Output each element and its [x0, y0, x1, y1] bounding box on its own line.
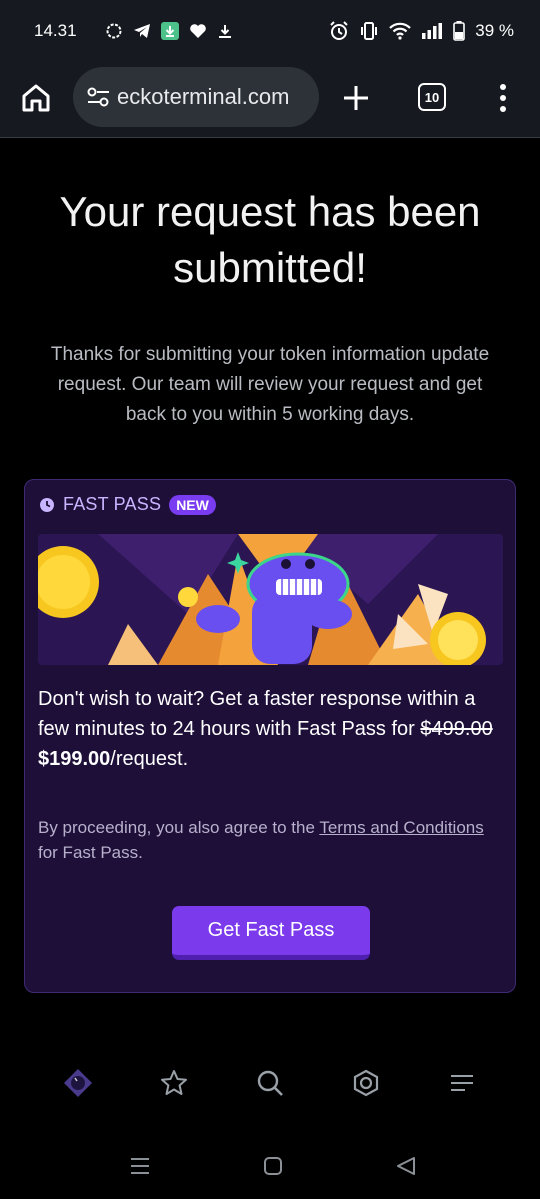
coin-icon	[353, 1069, 379, 1097]
old-price: $499.00	[420, 718, 493, 740]
mascot-illustration	[38, 534, 503, 665]
new-price: $199.00	[38, 748, 111, 770]
nav-search[interactable]	[255, 1068, 285, 1098]
vibrate-icon	[359, 22, 379, 40]
new-tab-icon	[344, 86, 368, 110]
new-badge: NEW	[169, 494, 216, 515]
back-icon	[397, 1157, 415, 1175]
browser-toolbar: eckoterminal.com 10	[0, 62, 540, 138]
status-time: 14.31	[34, 21, 77, 40]
nav-home[interactable]	[63, 1068, 93, 1098]
new-tab-button[interactable]	[342, 84, 370, 112]
clock-icon	[40, 497, 54, 512]
browser-home-button[interactable]	[20, 82, 52, 114]
fast-pass-description: Don't wish to wait? Get a faster respons…	[38, 684, 508, 774]
signal-app-icon	[105, 22, 123, 40]
fast-pass-label: FAST PASS	[63, 494, 162, 514]
url-text[interactable]: eckoterminal.com	[117, 84, 289, 110]
tabs-icon: 10	[424, 89, 440, 105]
cell-signal-icon	[421, 22, 443, 40]
nav-coins[interactable]	[351, 1068, 381, 1098]
logo-icon	[64, 1069, 92, 1097]
terms-link[interactable]: Terms and Conditions	[319, 818, 483, 837]
more-icon	[500, 84, 506, 112]
terms-notice: By proceeding, you also agree to the Ter…	[38, 815, 498, 865]
telegram-icon	[133, 23, 151, 39]
recents-icon	[131, 1158, 149, 1174]
nav-watchlist[interactable]	[159, 1068, 189, 1098]
site-settings-icon[interactable]	[85, 85, 113, 109]
battery-percent: 39 %	[475, 21, 514, 40]
home-icon	[22, 84, 50, 112]
terms-prefix: By proceeding, you also agree to the	[38, 818, 315, 837]
fast-pass-header: FAST PASS NEW	[39, 494, 216, 515]
recents-button[interactable]	[128, 1154, 152, 1178]
fast-pass-body: Don't wish to wait? Get a faster respons…	[38, 688, 476, 740]
page-description: Thanks for submitting your token informa…	[50, 344, 490, 425]
browser-menu-button[interactable]	[497, 82, 509, 114]
download-app-icon	[160, 22, 179, 40]
star-icon	[161, 1070, 187, 1095]
android-nav-bar	[0, 1140, 540, 1199]
status-bar: 14.31 39 %	[0, 0, 540, 62]
get-fast-pass-button[interactable]: Get Fast Pass	[172, 906, 370, 960]
back-button[interactable]	[394, 1154, 418, 1178]
address-bar[interactable]: eckoterminal.com	[73, 67, 319, 127]
status-left: 14.31	[34, 21, 233, 41]
heart-icon	[189, 23, 207, 39]
terms-suffix: for Fast Pass.	[38, 843, 143, 862]
menu-icon	[451, 1075, 473, 1091]
tabs-button[interactable]: 10	[418, 83, 446, 111]
nav-menu[interactable]	[447, 1068, 477, 1098]
fast-pass-banner	[38, 534, 503, 665]
battery-icon	[453, 21, 466, 41]
download-icon	[217, 23, 233, 39]
site-bottom-nav	[0, 1056, 540, 1110]
page-title: Your request has been submitted!	[59, 188, 481, 291]
android-home-button[interactable]	[261, 1154, 285, 1178]
page: 14.31 39 % eckoterminal.com 10 Your requ…	[0, 0, 540, 1199]
alarm-icon	[329, 21, 349, 41]
status-right: 39 %	[329, 21, 514, 41]
wifi-icon	[389, 22, 412, 40]
fast-pass-card: FAST PASS NEW Don't wish to wait? Get a …	[24, 479, 516, 993]
price-suffix: /request.	[110, 748, 189, 770]
search-icon	[257, 1070, 283, 1096]
home-icon	[264, 1157, 282, 1175]
